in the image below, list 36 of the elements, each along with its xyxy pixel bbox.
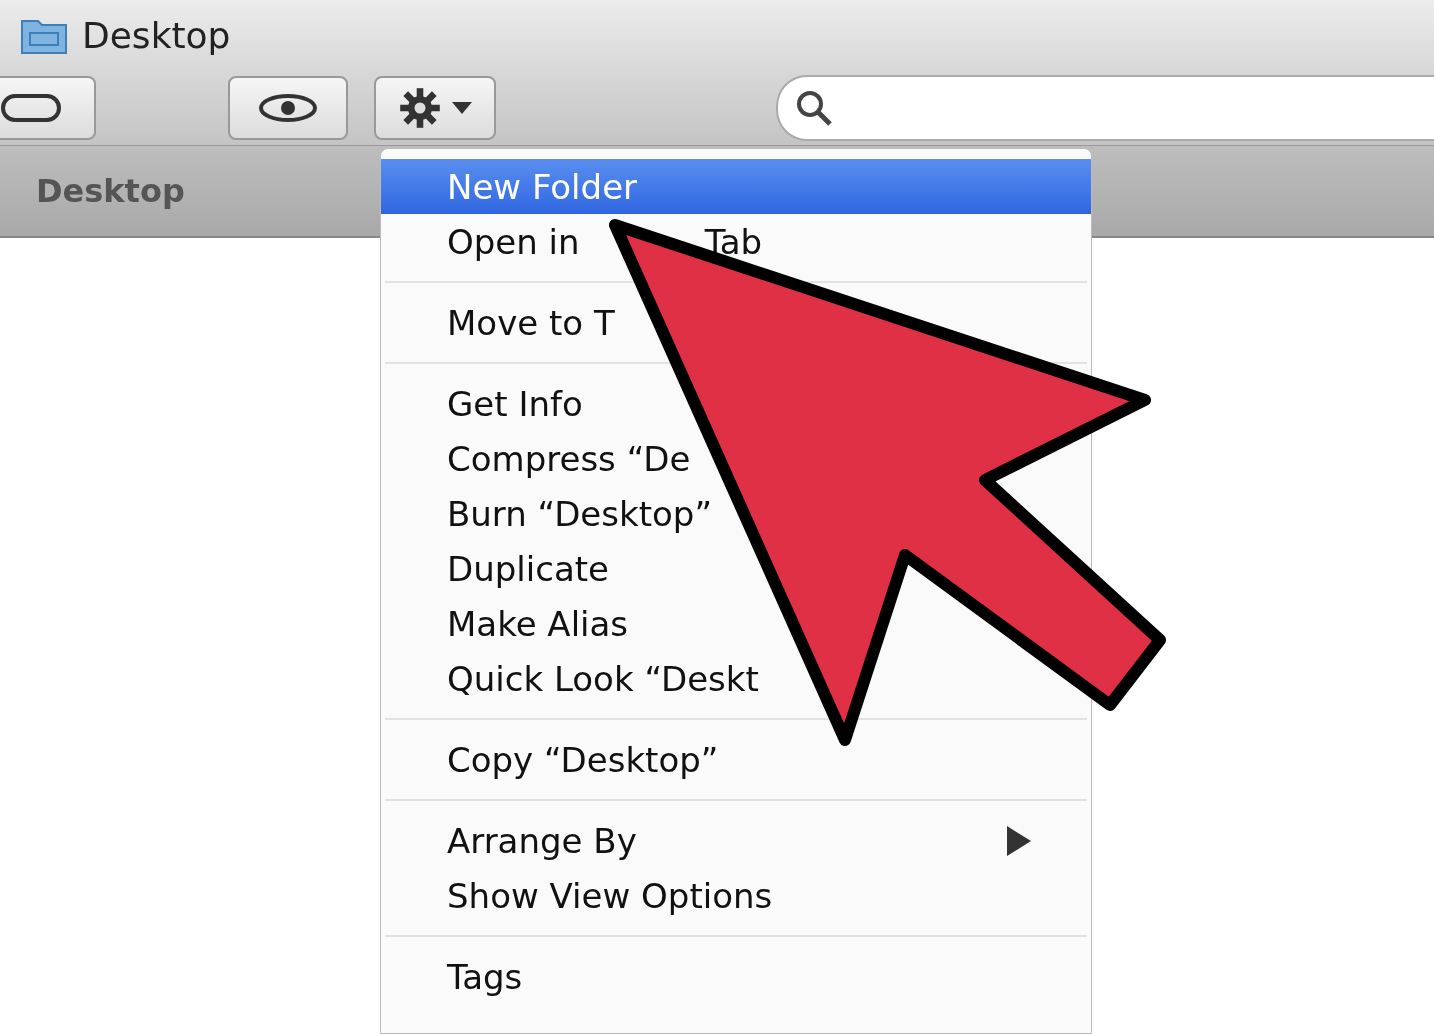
- menu-item-label: New Folder: [447, 166, 638, 207]
- menu-item[interactable]: Make Alias: [447, 596, 629, 651]
- action-menu-button[interactable]: [374, 75, 496, 140]
- menu-item[interactable]: Compress “De: [447, 431, 691, 486]
- menu-item[interactable]: Arrange By: [447, 813, 1031, 868]
- menu-item-label: Tab: [704, 221, 763, 262]
- path-label: Desktop: [36, 172, 185, 210]
- menu-item[interactable]: Get Info: [447, 376, 583, 431]
- menu-item-label: Get Info: [447, 383, 583, 424]
- menu-item-label: Open in: [447, 221, 580, 262]
- caret-icon: [452, 101, 472, 114]
- menu-item-label: Quick Look “Deskt: [447, 658, 759, 699]
- menu-item[interactable]: Open in Tab: [447, 214, 763, 269]
- menu-item-label: Make Alias: [447, 603, 629, 644]
- gear-icon: [398, 85, 442, 130]
- menu-item-label: Duplicate: [447, 548, 609, 589]
- search-field[interactable]: [776, 74, 1434, 141]
- window-title: Desktop: [82, 14, 231, 56]
- menu-item[interactable]: Tags: [447, 949, 523, 1004]
- menu-item[interactable]: Show View Options: [447, 868, 773, 923]
- menu-item[interactable]: Duplicate: [447, 541, 609, 596]
- menu-item-label: Tags: [447, 956, 523, 997]
- sidebar-toggle-button[interactable]: [0, 75, 96, 140]
- menu-item-label: Move to T: [447, 302, 615, 343]
- menu-item[interactable]: Quick Look “Deskt: [447, 651, 759, 706]
- menu-item[interactable]: Burn “Desktop”: [447, 486, 712, 541]
- menu-item-label: Show View Options: [447, 875, 773, 916]
- quick-look-button[interactable]: [228, 75, 348, 140]
- menu-item-label: Copy “Desktop”: [447, 739, 719, 780]
- menu-item[interactable]: New Folder: [381, 159, 1091, 214]
- menu-item-label: Burn “Desktop”: [447, 493, 712, 534]
- menu-item-label: Arrange By: [447, 820, 637, 861]
- menu-item[interactable]: Copy “Desktop”: [447, 732, 719, 787]
- menu-item[interactable]: Move to T: [447, 295, 615, 350]
- eye-icon: [258, 92, 318, 123]
- menu-item-label: Compress “De: [447, 438, 691, 479]
